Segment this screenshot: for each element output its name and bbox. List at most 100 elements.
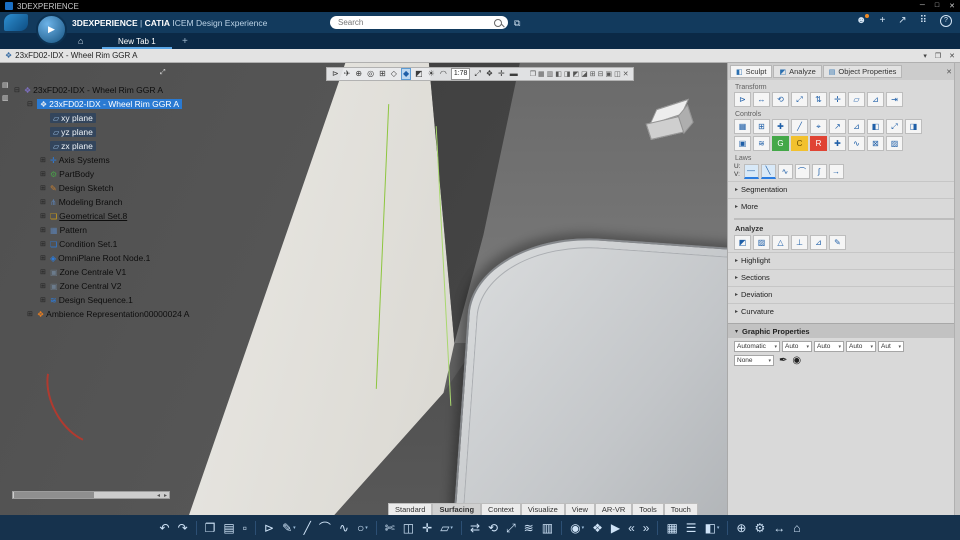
product-root-node[interactable]: ❖23xFD02-IDX - Wheel Rim GGR A [24,85,163,95]
workbench-tab-ar-vr[interactable]: AR-VR [595,503,632,515]
translate-icon[interactable]: ↔ [753,92,770,107]
line-icon[interactable]: ╱ [304,520,311,536]
search-bar[interactable] [330,16,508,29]
workbench-tab-context[interactable]: Context [481,503,521,515]
section-highlight[interactable]: ▸Highlight [728,252,960,267]
law-integral-icon[interactable]: ∫ [812,164,827,179]
match-icon[interactable]: ≋ [524,520,534,536]
align-plane-icon[interactable]: ▱ [848,92,865,107]
arc-icon[interactable]: ⌒ [319,520,331,536]
omniplane-root-node-1-node[interactable]: ◈OmniPlane Root Node.1 [50,253,150,263]
measure-icon[interactable]: ↔ [773,520,785,536]
tree-expander-icon[interactable]: ⊞ [40,198,49,206]
tree-expander-icon[interactable]: ⊞ [40,296,49,304]
control-mesh-icon[interactable]: ▦ [734,119,751,134]
window-full-icon[interactable]: ▣ [606,70,613,78]
minimize-icon[interactable]: ─ [920,2,925,10]
tree-expander-icon[interactable]: ⊞ [40,268,49,276]
multi-view-icon[interactable]: ⊞ [378,68,387,80]
tree-expander-icon[interactable]: ⊞ [40,184,49,192]
center-point-icon[interactable]: ⌖ [810,119,827,134]
tree-item-condition-set-1[interactable]: ⊞❏Condition Set.1 [12,237,184,251]
workbench-tab-view[interactable]: View [565,503,595,515]
layout-rows-icon[interactable]: ▥ [547,70,554,78]
tree-item-zone-central-v2[interactable]: ⊞▣Zone Central V2 [12,279,184,293]
tree-item-ambience-representation[interactable]: ⊞❖Ambience Representation00000024 A [12,307,184,321]
tree-expander-icon[interactable]: ⊞ [40,170,49,178]
spline-icon[interactable]: ∿ [339,520,349,536]
reflection-icon[interactable]: △ [772,235,789,250]
tree-expander-icon[interactable]: ⊞ [40,254,49,262]
match-right-icon[interactable]: ◨ [905,119,922,134]
snap-icon[interactable]: ✛ [497,68,506,80]
tree-expander-icon[interactable]: ⊟ [27,100,36,108]
design-sketch-node[interactable]: ✎Design Sketch [50,183,114,193]
stretch-icon[interactable]: ⤢ [886,119,903,134]
tree-expander-icon[interactable]: ⊞ [40,156,49,164]
partbody-node[interactable]: ⚙PartBody [50,169,94,179]
workbench-tab-touch[interactable]: Touch [664,503,698,515]
g2-continuity-icon[interactable]: R [810,136,827,151]
paint-properties-icon[interactable]: ◉ [792,355,801,366]
workbench-tab-tools[interactable]: Tools [632,503,664,515]
add-point-icon[interactable]: ✚ [772,119,789,134]
section-deviation[interactable]: ▸Deviation [728,286,960,301]
scale-icon[interactable]: ⤢ [506,520,516,536]
isophotes-icon[interactable]: ◩ [734,235,751,250]
redo-icon[interactable]: ↷ [178,520,188,536]
box-mode-icon[interactable]: ▣ [734,136,751,151]
turntable-icon[interactable]: ❖ [592,520,603,536]
restore-icon[interactable]: ❐ [935,52,941,60]
linetype-select[interactable]: Auto▾ [814,341,844,352]
tab-sculpt[interactable]: ◧Sculpt [730,65,772,78]
globe-icon[interactable]: ⊕ [736,520,746,536]
maximize-icon[interactable]: □ [935,2,939,10]
tree-item-product-root[interactable]: ⊟❖23xFD02-IDX - Wheel Rim GGR A [12,83,184,97]
yz-plane-node[interactable]: ▱yz plane [50,127,96,137]
window-remove-icon[interactable]: ⊟ [598,70,604,78]
tree-expander-icon[interactable]: ⊞ [40,212,49,220]
tree-item-design-sketch[interactable]: ⊞✎Design Sketch [12,181,184,195]
tree-item-zone-centrale-v1[interactable]: ⊞▣Zone Centrale V1 [12,265,184,279]
search-icon[interactable] [494,19,502,27]
camera-icon[interactable]: ◉▾ [570,520,584,536]
layers-icon[interactable]: ☰ [686,520,697,536]
layout-single-icon[interactable]: ❐ [530,70,536,78]
plane-icon[interactable]: ▱▾ [440,520,453,536]
law-s-type-icon[interactable]: ∿ [778,164,793,179]
modeling-branch-node[interactable]: ⋔Modeling Branch [50,197,123,207]
ground-icon[interactable]: ▬ [509,68,519,80]
panel-scrollbar[interactable] [954,63,960,515]
tree-item-pattern[interactable]: ⊞▦Pattern [12,223,184,237]
home-icon[interactable]: ⌂ [793,520,800,536]
help-icon[interactable]: ? [940,15,952,27]
tree-item-partbody[interactable]: ⊞⚙PartBody [12,167,184,181]
normals-icon[interactable]: ⊥ [791,235,808,250]
workbench-tab-surfacing[interactable]: Surfacing [432,503,481,515]
close-surface-icon[interactable]: ⊠ [867,136,884,151]
dock-icon[interactable]: ▾ [923,52,927,60]
layer-select[interactable]: Aut▾ [878,341,904,352]
tree-item-design-sequence-1[interactable]: ⊞≋Design Sequence.1 [12,293,184,307]
layout-grid-icon[interactable]: ▦ [538,70,545,78]
tree-expander-icon[interactable]: ⊟ [14,86,23,94]
wave-edit-icon[interactable]: ∿ [848,136,865,151]
frame-icon[interactable]: ▫ [243,520,247,536]
split-icon[interactable]: ◫ [403,520,414,536]
window-split-icon[interactable]: ◫ [614,70,621,78]
tree-expander-icon[interactable]: ⊞ [40,240,49,248]
table-icon[interactable]: ▥ [542,520,553,536]
smooth-icon[interactable]: ≋ [753,136,770,151]
tree-item-axis-systems[interactable]: ⊞✛Axis Systems [12,153,184,167]
user-avatar-icon[interactable]: ☻ [856,15,867,27]
close-document-icon[interactable]: ✕ [949,52,955,60]
symmetry-icon[interactable]: ⇅ [810,92,827,107]
tree-expander-icon[interactable]: ⊞ [27,310,36,318]
tree-scrollbar-thumb[interactable] [14,492,94,498]
section-curvature[interactable]: ▸Curvature [728,303,960,318]
tag-icon[interactable]: ⧉ [514,18,520,29]
window-add-icon[interactable]: ⊞ [590,70,596,78]
zone-central-v2-node[interactable]: ▣Zone Central V2 [50,281,121,291]
layout-corner-icon[interactable]: ◩ [573,70,580,78]
tree-expander-icon[interactable]: ⊞ [40,282,49,290]
